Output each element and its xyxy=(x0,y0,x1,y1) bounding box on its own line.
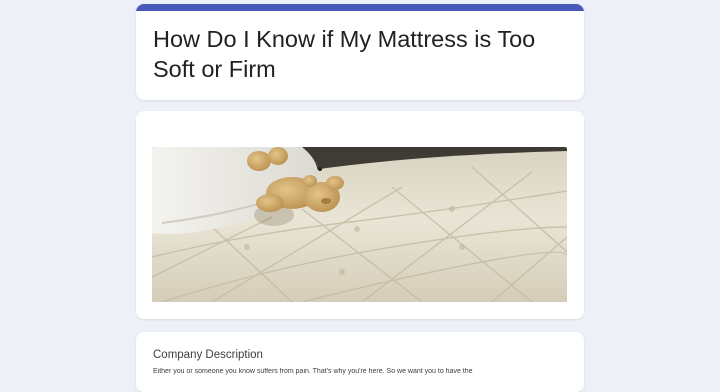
form-title-card: How Do I Know if My Mattress is Too Soft… xyxy=(136,4,584,100)
form-title: How Do I Know if My Mattress is Too Soft… xyxy=(153,26,536,82)
mattress-photo xyxy=(152,147,567,302)
image-card xyxy=(136,111,584,319)
description-label: Company Description xyxy=(153,349,263,361)
description-text: Either you or someone you know suffers f… xyxy=(153,368,473,375)
accent-bar xyxy=(136,4,584,11)
description-card: Company Description Either you or someon… xyxy=(136,332,584,392)
